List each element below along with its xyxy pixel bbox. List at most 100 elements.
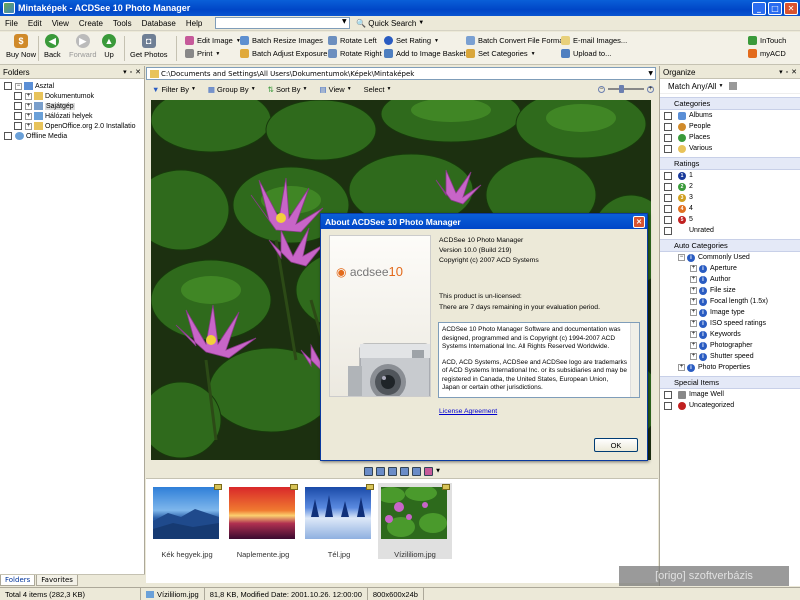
tree-item-halozati[interactable]: + Hálózati helyek [0,111,144,121]
license-agreement-link[interactable]: License Agreement [439,408,497,415]
sort-by-button[interactable]: ⇅ Sort By ▼ [262,85,314,94]
menu-edit[interactable]: Edit [23,19,47,28]
auto-item[interactable]: + i Aperture [660,263,800,274]
expand-icon[interactable]: + [25,122,32,130]
menu-database[interactable]: Database [137,19,181,28]
tree-item-sajatgep[interactable]: + Sajátgép [0,101,144,111]
license-scrollbar[interactable] [630,323,639,397]
set-rating-button[interactable]: Set Rating ▼ [384,36,439,45]
category-checkbox[interactable] [664,133,672,142]
refresh-icon[interactable] [376,466,386,476]
buy-now-button[interactable]: $ Buy Now [6,34,36,59]
special-image-well[interactable]: Image Well [660,389,800,400]
add-basket-button[interactable]: Add to Image Basket [384,49,466,58]
rating-2[interactable]: 22 [660,181,800,192]
category-albums[interactable]: Albums [660,110,800,121]
auto-item[interactable]: + i File size [660,285,800,296]
auto-item[interactable]: + i Image type [660,307,800,318]
group-by-button[interactable]: ▦ Group By ▼ [202,85,262,94]
expand-icon[interactable]: + [25,102,32,110]
thumbnail-item[interactable]: Tél.jpg [302,483,376,559]
auto-photo-properties[interactable]: + i Photo Properties [660,362,800,373]
expand-icon[interactable]: + [25,112,32,120]
rating-4[interactable]: 44 [660,203,800,214]
tree-checkbox[interactable] [14,102,22,110]
menu-help[interactable]: Help [181,19,207,28]
zoom-out-icon[interactable]: − [598,85,605,93]
slideshow-icon[interactable] [364,466,374,476]
tab-favorites[interactable]: Favorites [36,575,78,586]
zoom-slider-knob[interactable] [618,85,624,93]
tree-item-dokumentumok[interactable]: + Dokumentumok [0,91,144,101]
pin-icon[interactable]: ▫ [130,69,132,76]
auto-item[interactable]: + i Author [660,274,800,285]
tab-folders[interactable]: Folders [0,575,36,586]
tree-checkbox[interactable] [14,92,22,100]
quick-search-input[interactable]: ▼ [215,17,351,29]
section-categories[interactable]: Categories [660,97,800,110]
rating-3[interactable]: 33 [660,192,800,203]
tree-checkbox[interactable] [14,122,22,130]
batch-exposure-button[interactable]: Batch Adjust Exposure [240,49,327,58]
menu-file[interactable]: File [0,19,23,28]
select-button[interactable]: Select ▼ [358,85,398,94]
tree-checkbox[interactable] [4,132,12,140]
expand-icon[interactable]: + [690,298,697,305]
auto-commonly-used[interactable]: − i Commonly Used [660,252,800,263]
email-images-button[interactable]: E-mail Images... [561,36,627,45]
rating-checkbox[interactable] [664,193,672,202]
chevron-down-icon[interactable]: ▼ [648,70,653,77]
menu-create[interactable]: Create [74,19,108,28]
match-dropdown[interactable]: Match Any/All ▼ [660,79,800,94]
expand-icon[interactable]: + [678,364,685,371]
auto-item[interactable]: + i Keywords [660,329,800,340]
zoom-slider[interactable]: − + [598,85,654,93]
chevron-down-icon[interactable]: ▼ [436,468,440,474]
intouch-button[interactable]: InTouch [748,36,786,45]
category-checkbox[interactable] [664,144,672,153]
collapse-icon[interactable]: − [678,254,685,261]
category-checkbox[interactable] [664,122,672,131]
chevron-down-icon[interactable]: ▼ [339,18,349,28]
license-textbox[interactable]: ACDSee 10 Photo Manager Software and doc… [438,322,640,398]
rating-checkbox[interactable] [664,215,672,224]
section-auto-categories[interactable]: Auto Categories [660,239,800,252]
auto-item[interactable]: + i Photographer [660,340,800,351]
panel-menu-icon[interactable]: ▾ [123,68,127,76]
special-checkbox[interactable] [664,401,672,410]
clear-icon[interactable] [729,82,738,90]
menu-view[interactable]: View [47,19,74,28]
expand-icon[interactable]: + [690,331,697,338]
tree-item-asztal[interactable]: − Asztal [0,81,144,91]
quick-search-button[interactable]: 🔍 Quick Search ▼ [356,19,424,28]
auto-item[interactable]: + i Shutter speed [660,351,800,362]
up-button[interactable]: ▲ Up [102,34,116,59]
batch-resize-button[interactable]: Batch Resize Images [240,36,323,45]
edit-image-button[interactable]: Edit Image ▼ [185,36,241,45]
expand-icon[interactable]: + [690,309,697,316]
expand-icon[interactable]: + [690,342,697,349]
section-special-items[interactable]: Special Items [660,376,800,389]
special-checkbox[interactable] [664,390,672,399]
dialog-close-button[interactable]: ✕ [633,215,645,228]
forward-button[interactable]: ▶ Forward [69,34,97,59]
ok-button[interactable]: OK [594,438,638,452]
rating-5[interactable]: 55 [660,214,800,225]
batch-convert-button[interactable]: Batch Convert File Format [466,36,566,45]
thumbnail-item[interactable]: Naplemente.jpg [226,483,300,559]
close-icon[interactable]: ✕ [791,68,797,76]
prev-icon[interactable] [400,466,410,476]
maximize-button[interactable]: □ [768,1,782,15]
close-icon[interactable]: ✕ [135,68,141,76]
get-photos-button[interactable]: ◘ Get Photos [130,34,168,59]
zoom-in-icon[interactable]: + [647,85,654,93]
upload-button[interactable]: Upload to... [561,49,611,58]
rating-checkbox[interactable] [664,171,672,180]
back-button[interactable]: ◀ Back [44,34,61,59]
first-icon[interactable] [388,466,398,476]
expand-icon[interactable]: + [690,265,697,272]
rating-checkbox[interactable] [664,226,672,235]
filter-by-button[interactable]: ▼ Filter By ▼ [146,85,202,94]
expand-icon[interactable]: + [690,353,697,360]
thumbnail-item[interactable]: Kék hegyek.jpg [150,483,224,559]
